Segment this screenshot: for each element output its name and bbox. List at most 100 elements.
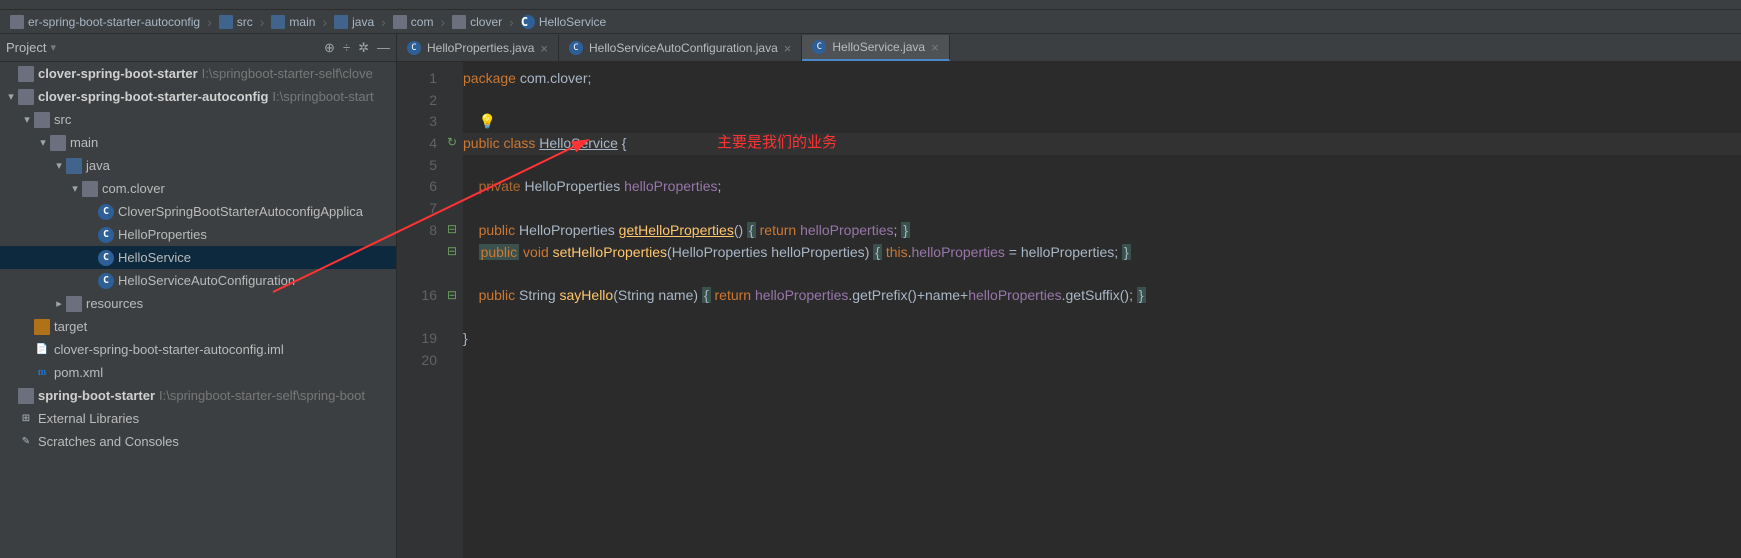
- folder-blue-icon: [66, 158, 82, 174]
- tab-label: HelloService.java: [832, 40, 925, 54]
- tree-arrow-icon[interactable]: [4, 90, 18, 103]
- collapse-icon[interactable]: ⊟: [447, 220, 457, 239]
- tree-row[interactable]: CHelloProperties: [0, 223, 396, 246]
- crumb-module[interactable]: er-spring-boot-starter-autoconfig: [4, 15, 206, 29]
- tree-row[interactable]: clover-spring-boot-starterI:\springboot-…: [0, 62, 396, 85]
- line-number: 2: [397, 90, 437, 112]
- project-panel: Project ▾ ⊕ ÷ ✲ — clover-spring-boot-sta…: [0, 34, 397, 558]
- tree-row[interactable]: clover-spring-boot-starter-autoconfig I:\…: [0, 85, 396, 108]
- close-icon[interactable]: ×: [931, 40, 939, 55]
- crumb-clover[interactable]: clover: [446, 15, 508, 29]
- breadcrumb: er-spring-boot-starter-autoconfig› src› …: [0, 10, 1741, 34]
- project-panel-title[interactable]: Project ▾: [6, 40, 324, 55]
- tab-helloproperties[interactable]: C HelloProperties.java ×: [397, 35, 559, 61]
- tree-row[interactable]: src: [0, 108, 396, 131]
- class-icon: C: [98, 204, 114, 220]
- tree-arrow-icon[interactable]: [68, 182, 82, 195]
- tree-hint: I:\springboot-starter-self\spring-boot: [159, 388, 365, 403]
- collapse-icon[interactable]: —: [377, 40, 390, 56]
- tree-arrow-icon[interactable]: [52, 159, 66, 172]
- line-number: 5: [397, 155, 437, 177]
- folder-icon: [34, 112, 50, 128]
- tree-label: clover-spring-boot-starter-autoconfig: [38, 89, 268, 104]
- folder-icon: [334, 15, 348, 29]
- gutter[interactable]: 1 2 3 4↻ 5 6 7 8⊟ ⊟ 16⊟ 19 20: [397, 62, 463, 558]
- maven-icon: m: [34, 365, 50, 381]
- tree-arrow-icon[interactable]: [20, 113, 34, 126]
- tree-hint: I:\springboot-starter-self\clove: [202, 66, 373, 81]
- tab-label: HelloProperties.java: [427, 41, 534, 55]
- crumb-java[interactable]: java: [328, 15, 380, 29]
- tree-label: HelloServiceAutoConfiguration: [118, 273, 295, 288]
- editor-area: C HelloProperties.java × C HelloServiceAuto…: [397, 34, 1741, 558]
- tree-row[interactable]: C CloverSpringBootStarterAutoconfigApplic…: [0, 200, 396, 223]
- chevron-right-icon: ›: [207, 14, 212, 30]
- folder-icon: [18, 66, 34, 82]
- gutter-recursive-icon[interactable]: ↻: [447, 133, 457, 152]
- class-icon: C: [812, 40, 826, 54]
- tree-label: CloverSpringBootStarterAutoconfigApplica: [118, 204, 363, 219]
- tree-label: resources: [86, 296, 143, 311]
- tree-row[interactable]: 📄clover-spring-boot-starter-autoconfig.i…: [0, 338, 396, 361]
- tree-label: clover-spring-boot-starter-autoconfig.im…: [54, 342, 284, 357]
- main-split: Project ▾ ⊕ ÷ ✲ — clover-spring-boot-sta…: [0, 34, 1741, 558]
- line-number: 7: [397, 198, 437, 220]
- tree-row-selected[interactable]: CHelloService: [0, 246, 396, 269]
- tree-arrow-icon[interactable]: [36, 136, 50, 149]
- tree-label: External Libraries: [38, 411, 139, 426]
- line-number: ⊟: [397, 242, 437, 264]
- project-tree[interactable]: clover-spring-boot-starterI:\springboot-…: [0, 62, 396, 558]
- tree-hint: I:\springboot-start: [272, 89, 373, 104]
- class-icon: C: [569, 41, 583, 55]
- line-number: 16⊟: [397, 285, 437, 307]
- tree-row[interactable]: C HelloServiceAutoConfiguration: [0, 269, 396, 292]
- line-number: 1: [397, 68, 437, 90]
- crumb-class[interactable]: CHelloService: [515, 15, 612, 29]
- tab-helloserviceautoconfig[interactable]: C HelloServiceAutoConfiguration.java ×: [559, 35, 802, 61]
- code-area[interactable]: 1 2 3 4↻ 5 6 7 8⊟ ⊟ 16⊟ 19 20 package co…: [397, 62, 1741, 558]
- crumb-com[interactable]: com: [387, 15, 440, 29]
- scratch-icon: ✎: [18, 434, 34, 450]
- tab-helloservice[interactable]: C HelloService.java ×: [802, 35, 949, 61]
- tree-row[interactable]: resources: [0, 292, 396, 315]
- line-number: 3: [397, 111, 437, 133]
- tree-label: target: [54, 319, 87, 334]
- tree-row[interactable]: ✎ Scratches and Consoles: [0, 430, 396, 453]
- crumb-src[interactable]: src: [213, 15, 259, 29]
- intention-bulb-icon[interactable]: 💡: [479, 113, 496, 129]
- tree-row[interactable]: ⊞ External Libraries: [0, 407, 396, 430]
- close-icon[interactable]: ×: [784, 41, 792, 56]
- collapse-icon[interactable]: ⊟: [447, 286, 457, 305]
- folder-icon: [219, 15, 233, 29]
- tree-row[interactable]: main: [0, 131, 396, 154]
- tree-label: main: [70, 135, 98, 150]
- tree-row[interactable]: com.clover: [0, 177, 396, 200]
- gear-icon[interactable]: ✲: [358, 40, 369, 56]
- class-icon: C: [521, 15, 535, 29]
- crumb-main[interactable]: main: [265, 15, 321, 29]
- tab-label: HelloServiceAutoConfiguration.java: [589, 41, 778, 55]
- locate-icon[interactable]: ⊕: [324, 40, 335, 56]
- class-icon: C: [98, 273, 114, 289]
- folder-icon: [18, 388, 34, 404]
- line-number: [397, 307, 437, 329]
- line-number: 6: [397, 176, 437, 198]
- split-icon[interactable]: ÷: [343, 40, 350, 56]
- tree-row[interactable]: spring-boot-starterI:\springboot-starter…: [0, 384, 396, 407]
- tree-label: java: [86, 158, 110, 173]
- collapse-icon[interactable]: ⊟: [447, 242, 457, 261]
- class-icon: C: [98, 250, 114, 266]
- close-icon[interactable]: ×: [540, 41, 548, 56]
- tree-label: Scratches and Consoles: [38, 434, 179, 449]
- folder-icon: [18, 89, 34, 105]
- tree-row[interactable]: target: [0, 315, 396, 338]
- tree-arrow-icon[interactable]: [52, 297, 66, 310]
- folder-icon: [50, 135, 66, 151]
- code-editor[interactable]: package com.clover; 💡 public class Hello…: [463, 62, 1741, 558]
- main-toolbar[interactable]: [0, 0, 1741, 10]
- lib-icon: ⊞: [18, 411, 34, 427]
- folder-icon: [66, 296, 82, 312]
- tree-row[interactable]: java: [0, 154, 396, 177]
- class-icon: C: [407, 41, 421, 55]
- tree-row[interactable]: mpom.xml: [0, 361, 396, 384]
